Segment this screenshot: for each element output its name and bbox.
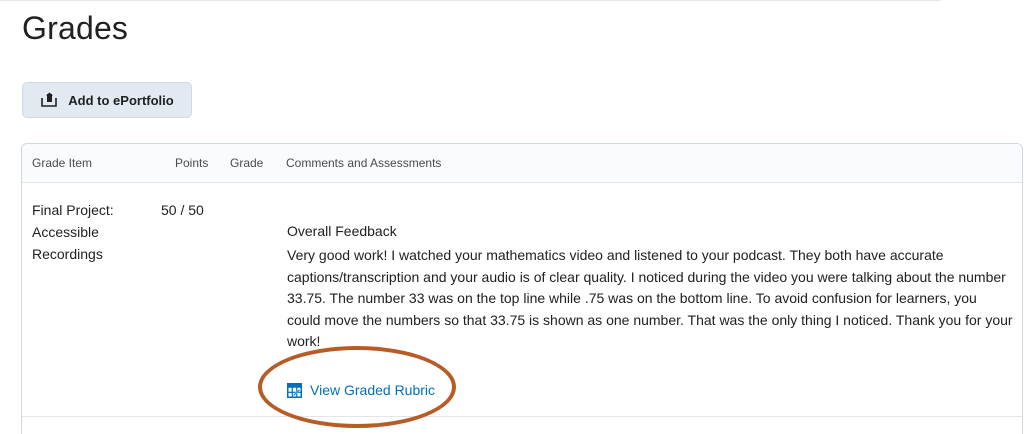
top-divider (0, 0, 940, 1)
rubric-icon (287, 382, 302, 398)
view-graded-rubric-label: View Graded Rubric (310, 382, 436, 398)
overall-feedback-text: Very good work! I watched your mathemati… (287, 247, 1013, 349)
overall-feedback-title: Overall Feedback (287, 223, 397, 239)
header-comments: Comments and Assessments (286, 156, 442, 170)
export-to-portfolio-icon (40, 92, 58, 108)
add-to-eportfolio-button[interactable]: Add to ePortfolio (22, 82, 192, 118)
grades-table: Grade Item Points Grade Comments and Ass… (21, 143, 1023, 434)
page-title: Grades (22, 10, 129, 46)
add-to-eportfolio-label: Add to ePortfolio (68, 92, 174, 108)
grade-points: 50 / 50 (161, 202, 204, 218)
header-grade: Grade (230, 156, 264, 170)
table-row: Final Project: Accessible Recordings 50 … (22, 184, 1022, 417)
header-points: Points (175, 156, 209, 170)
header-grade-item: Grade Item (32, 156, 93, 170)
view-graded-rubric-link[interactable]: View Graded Rubric (287, 382, 435, 398)
grade-item-name: Final Project: Accessible Recordings (32, 202, 114, 262)
table-header: Grade Item Points Grade Comments and Ass… (22, 144, 1022, 183)
